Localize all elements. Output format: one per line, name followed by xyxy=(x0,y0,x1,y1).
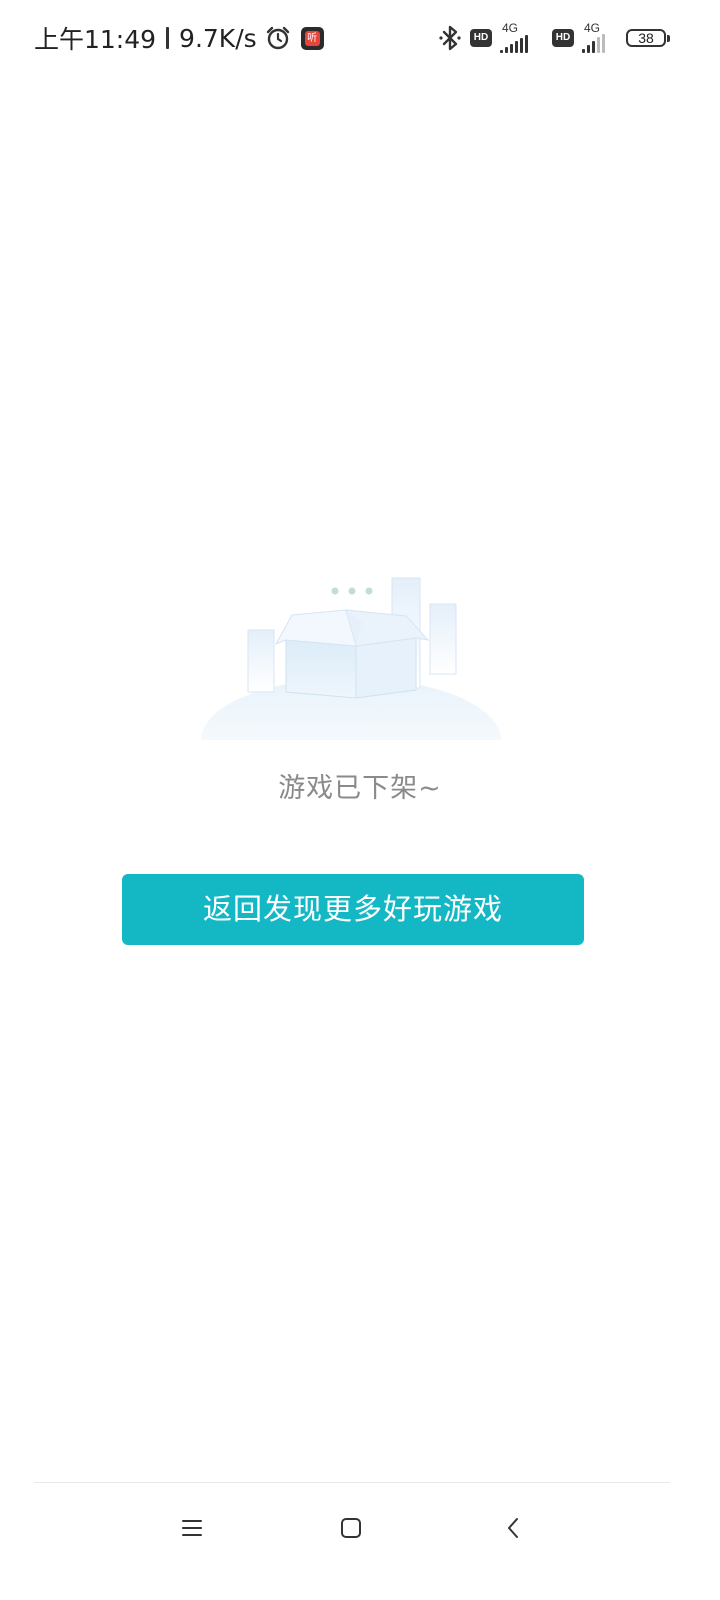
hd-icon: HD xyxy=(552,29,574,47)
app-notification-icon: 听 xyxy=(300,26,324,50)
bluetooth-icon xyxy=(438,25,462,51)
alarm-icon xyxy=(265,25,291,51)
menu-button[interactable] xyxy=(162,1503,222,1553)
network-type-label: 4G xyxy=(584,21,601,35)
network-speed: 9.7K/s xyxy=(179,23,257,53)
app-badge-char: 听 xyxy=(304,30,320,46)
signal-icon: 4G xyxy=(500,21,544,53)
signal-icon: 4G xyxy=(582,21,618,53)
hd-icon: HD xyxy=(470,29,492,47)
network-type-label: 4G xyxy=(502,21,519,35)
status-separator xyxy=(166,27,170,49)
battery-icon: 38 xyxy=(626,29,670,47)
back-icon xyxy=(505,1516,521,1540)
empty-box-illustration xyxy=(196,560,506,802)
discover-more-games-button[interactable]: 返回发现更多好玩游戏 xyxy=(122,874,584,945)
status-right: HD 4G HD 4G 38 xyxy=(438,20,670,56)
navigation-bar xyxy=(0,1483,720,1600)
home-button[interactable] xyxy=(321,1503,381,1553)
status-bar: 上午11:49 9.7K/s 听 HD 4G HD 4G 38 xyxy=(0,0,720,76)
back-button[interactable] xyxy=(483,1503,543,1553)
home-icon xyxy=(340,1517,362,1539)
empty-state-message: 游戏已下架~ xyxy=(278,773,442,804)
battery-level: 38 xyxy=(638,30,654,46)
menu-icon xyxy=(181,1518,203,1538)
status-left: 上午11:49 9.7K/s 听 xyxy=(34,18,324,58)
status-time: 上午11:49 xyxy=(34,25,157,54)
